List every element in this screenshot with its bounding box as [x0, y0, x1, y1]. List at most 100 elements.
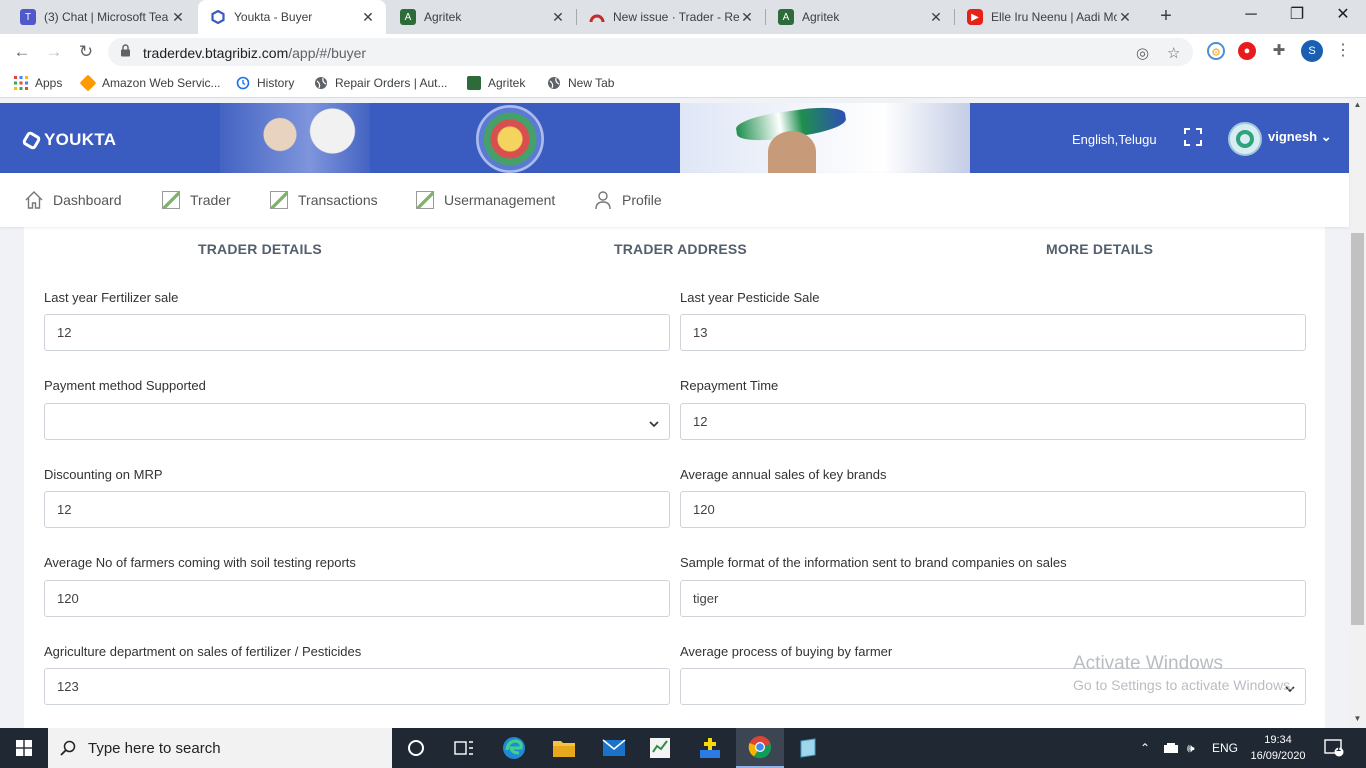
pesticide-sale-label: Last year Pesticide Sale: [680, 290, 820, 305]
bookmark-star-icon[interactable]: ☆: [1167, 44, 1180, 62]
broken-image-icon: [269, 190, 289, 210]
close-tab-icon[interactable]: ✕: [928, 9, 944, 26]
sample-format-input[interactable]: tiger: [680, 580, 1306, 617]
agri-department-label: Agriculture department on sales of ferti…: [44, 644, 362, 659]
browser-tab-teams[interactable]: T (3) Chat | Microsoft Tea ✕: [8, 0, 196, 34]
address-bar[interactable]: traderdev.btagribiz.com/app/#/buyer ◎ ☆: [108, 38, 1193, 66]
mail-icon[interactable]: [590, 728, 638, 768]
camera-blocked-icon[interactable]: ◎: [1136, 44, 1149, 62]
close-tab-icon[interactable]: ✕: [1117, 9, 1133, 26]
chevron-down-icon: ⌄: [1320, 129, 1332, 144]
soil-reports-label: Average No of farmers coming with soil t…: [44, 555, 356, 570]
bookmark-new-tab[interactable]: New Tab: [547, 76, 614, 90]
new-tab-button[interactable]: +: [1154, 5, 1178, 29]
bookmark-repair-orders[interactable]: Repair Orders | Aut...: [314, 76, 448, 90]
edge-browser-icon[interactable]: [490, 728, 538, 768]
bookmark-history[interactable]: History: [236, 76, 294, 90]
globe-icon: [314, 76, 328, 90]
pesticide-sale-input[interactable]: 13: [680, 314, 1306, 351]
teams-icon: T: [20, 9, 36, 25]
activate-windows-title: Activate Windows: [1073, 653, 1223, 674]
brand-sales-input[interactable]: 120: [680, 491, 1306, 528]
extensions-puzzle-icon[interactable]: ✚: [1270, 42, 1288, 60]
step-trader-address[interactable]: TRADER ADDRESS: [614, 241, 747, 257]
back-arrow-icon[interactable]: ←: [10, 40, 34, 64]
fertilizer-sale-input[interactable]: 12: [44, 314, 670, 351]
menu-item-dashboard[interactable]: Dashboard: [24, 173, 122, 227]
agritek-icon: A: [778, 9, 794, 25]
browser-tab-youtube[interactable]: ▶ Elle Iru Neenu | Aadi Mo ✕: [955, 0, 1143, 34]
extension-icon[interactable]: ⚙: [1207, 42, 1225, 60]
fullscreen-icon[interactable]: [1184, 128, 1202, 146]
close-window-button[interactable]: ✕: [1320, 0, 1366, 34]
adblock-icon[interactable]: ●: [1238, 42, 1256, 60]
browser-tab-youkta[interactable]: Youkta - Buyer ✕: [198, 0, 386, 34]
home-icon: [24, 190, 44, 210]
agritek-icon: [467, 76, 481, 90]
bookmark-agritek[interactable]: Agritek: [467, 76, 525, 90]
soil-reports-input[interactable]: 120: [44, 580, 670, 617]
close-tab-icon[interactable]: ✕: [550, 9, 566, 26]
payment-method-label: Payment method Supported: [44, 378, 206, 393]
youkta-icon: [210, 9, 226, 25]
browser-tab-new-issue[interactable]: New issue · Trader - Re ✕: [577, 0, 765, 34]
kebab-menu-icon[interactable]: ⋮: [1334, 42, 1352, 60]
discount-mrp-input[interactable]: 12: [44, 491, 670, 528]
payment-method-select[interactable]: [44, 403, 670, 440]
chrome-browser-icon[interactable]: [736, 728, 784, 768]
menu-item-trader[interactable]: Trader: [161, 173, 231, 227]
user-icon: [593, 190, 613, 210]
volume-icon[interactable]: 🕪: [1187, 728, 1195, 768]
scroll-up-arrow-icon[interactable]: ▲: [1349, 98, 1366, 112]
pharmacy-app-icon[interactable]: [686, 728, 734, 768]
close-tab-icon[interactable]: ✕: [170, 9, 186, 26]
notification-center-icon[interactable]: 1: [1324, 728, 1344, 768]
close-tab-icon[interactable]: ✕: [360, 9, 376, 26]
menu-item-profile[interactable]: Profile: [593, 173, 662, 227]
search-icon: [60, 740, 76, 756]
reload-icon[interactable]: ↻: [74, 40, 98, 64]
input-language[interactable]: ENG: [1212, 728, 1238, 768]
repayment-time-input[interactable]: 12: [680, 403, 1306, 440]
notepad-app-icon[interactable]: [784, 728, 832, 768]
network-icon[interactable]: [1163, 728, 1179, 768]
scroll-down-arrow-icon[interactable]: ▼: [1349, 712, 1366, 726]
forward-arrow-icon[interactable]: →: [42, 40, 66, 64]
minimize-button[interactable]: ─: [1228, 0, 1274, 34]
windows-taskbar: Type here to search ⌃ 🕪 ENG 19:34 16/09/…: [0, 728, 1366, 768]
user-avatar[interactable]: [1228, 122, 1262, 156]
step-trader-details[interactable]: TRADER DETAILS: [198, 241, 322, 257]
browser-tab-agritek-2[interactable]: A Agritek ✕: [766, 0, 954, 34]
page-viewport: YOUKTA English,Telugu vignesh ⌄ Dashboar…: [0, 98, 1366, 728]
maximize-button[interactable]: ❐: [1274, 0, 1320, 34]
cortana-icon[interactable]: [392, 728, 440, 768]
browser-tab-agritek[interactable]: A Agritek ✕: [388, 0, 576, 34]
apps-grid-icon: [14, 76, 28, 90]
discount-mrp-label: Discounting on MRP: [44, 467, 163, 482]
scrollbar-thumb[interactable]: [1351, 233, 1364, 625]
menu-item-transactions[interactable]: Transactions: [269, 173, 378, 227]
brand-logo[interactable]: YOUKTA: [21, 129, 116, 151]
broken-image-icon: [415, 190, 435, 210]
profile-avatar[interactable]: S: [1301, 40, 1323, 62]
show-hidden-icons-chevron-icon[interactable]: ⌃: [1140, 728, 1150, 768]
windows-start-icon[interactable]: [0, 728, 48, 768]
taskbar-search-input[interactable]: Type here to search: [48, 728, 392, 768]
tally-app-icon[interactable]: [636, 728, 684, 768]
language-selector[interactable]: English,Telugu: [1072, 132, 1157, 147]
file-explorer-icon[interactable]: [540, 728, 588, 768]
broken-image-icon: [161, 190, 181, 210]
close-tab-icon[interactable]: ✕: [739, 9, 755, 26]
hexagon-logo-icon: [21, 129, 42, 151]
menu-item-usermanagement[interactable]: Usermanagement: [415, 173, 555, 227]
task-view-icon[interactable]: [440, 728, 488, 768]
step-more-details[interactable]: MORE DETAILS: [1046, 241, 1153, 257]
app-header: YOUKTA English,Telugu vignesh ⌄: [0, 103, 1349, 173]
user-menu-dropdown[interactable]: vignesh ⌄: [1268, 129, 1332, 145]
bookmark-aws[interactable]: Amazon Web Servic...: [79, 74, 221, 92]
aws-icon: [79, 74, 97, 92]
bookmark-apps[interactable]: Apps: [14, 76, 62, 90]
agri-department-input[interactable]: 123: [44, 668, 670, 705]
bookmarks-bar: Apps Amazon Web Servic... History Repair…: [0, 70, 1366, 98]
system-clock[interactable]: 19:34 16/09/2020: [1248, 732, 1308, 764]
